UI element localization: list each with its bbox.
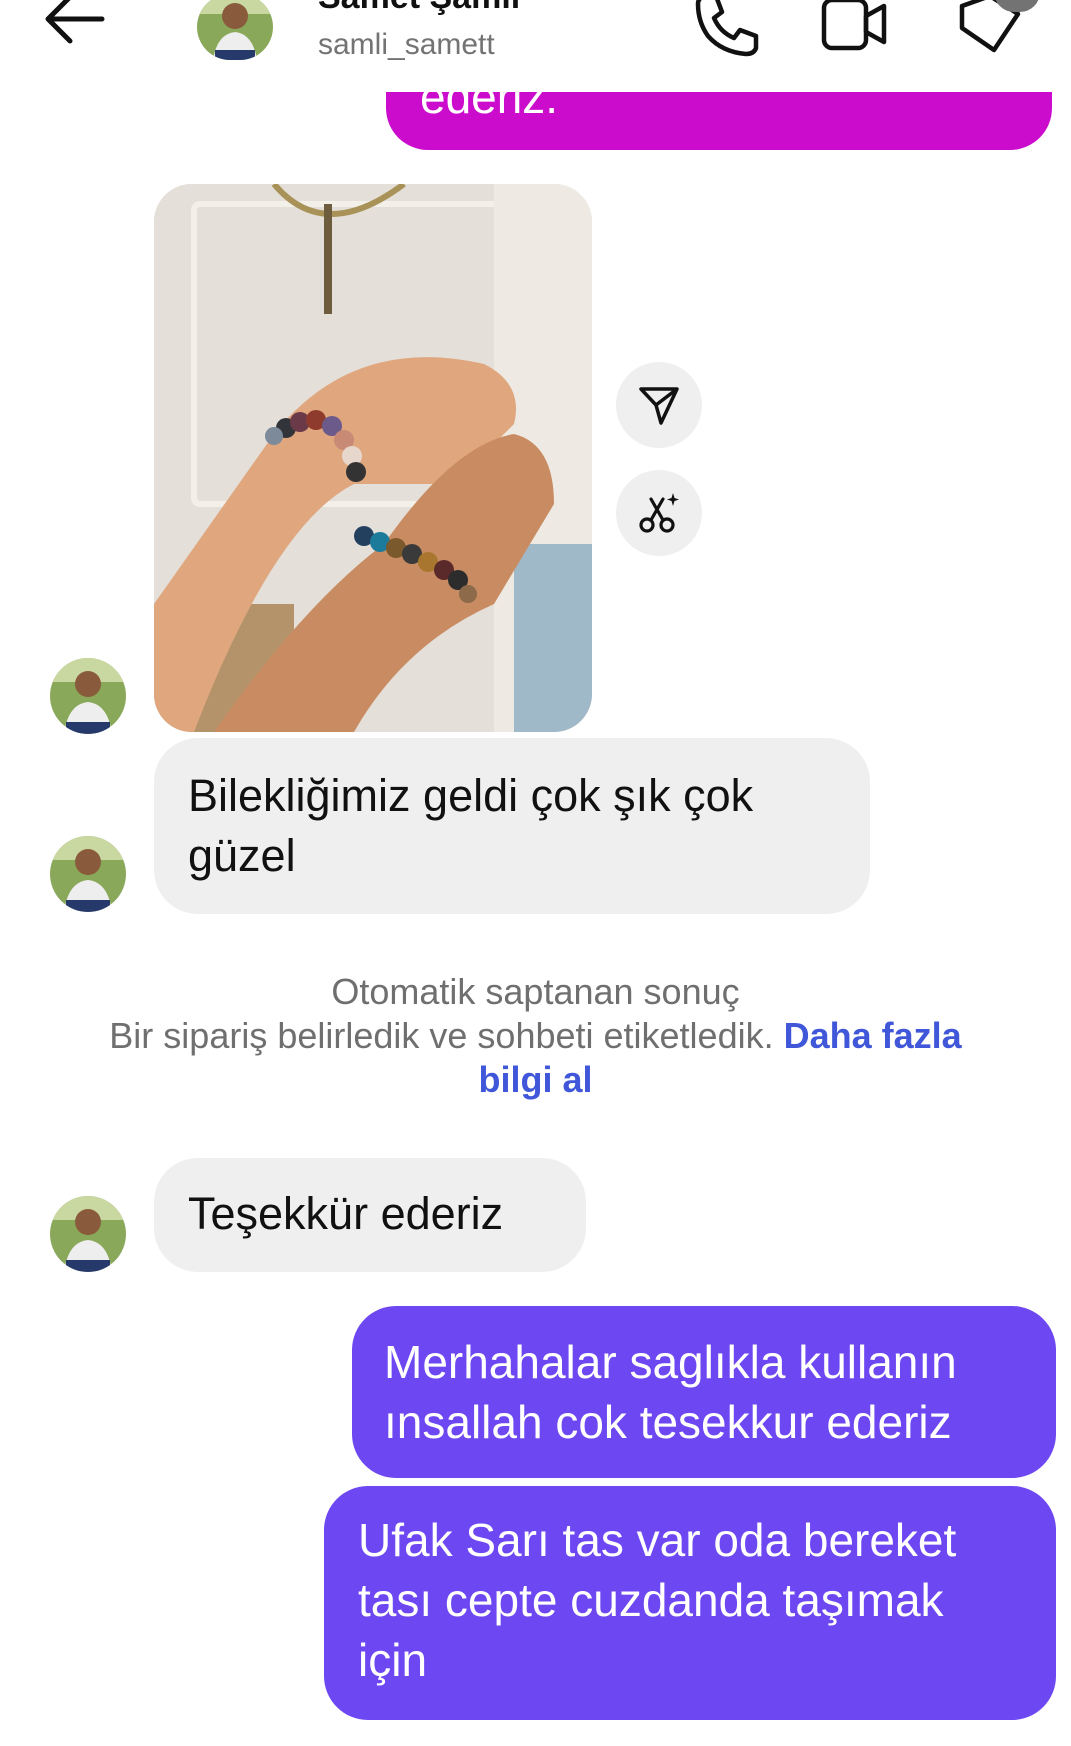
system-notice-text: Bir sipariş belirledik ve sohbeti etiket… — [109, 1015, 774, 1056]
sender-avatar[interactable] — [50, 658, 126, 734]
share-button[interactable] — [616, 362, 702, 448]
message-text-line2: ınsallah cok tesekkur ederiz — [384, 1396, 952, 1448]
header-avatar[interactable] — [197, 0, 273, 60]
video-icon — [821, 0, 887, 51]
scissors-sparkle-icon — [639, 493, 679, 533]
system-notice: Otomatik saptanan sonuç Bir sipariş beli… — [60, 970, 1011, 1102]
incoming-message[interactable]: Bilekliğimiz geldi çok şık çok güzel — [154, 738, 870, 914]
phone-icon — [695, 0, 759, 57]
message-text-line3: için — [358, 1634, 428, 1686]
message-text-line1: Ufak Sarı tas var oda bereket — [358, 1514, 957, 1566]
video-call-button[interactable] — [818, 0, 890, 58]
back-arrow-icon — [45, 0, 105, 44]
system-notice-title: Otomatik saptanan sonuç — [331, 971, 740, 1012]
sender-avatar[interactable] — [50, 1196, 126, 1272]
bracelet-photo — [154, 184, 592, 732]
sender-avatar[interactable] — [50, 836, 126, 912]
remix-button[interactable] — [616, 470, 702, 556]
contact-name[interactable]: Samet Şamlı — [318, 0, 520, 17]
chat-header: Samet Şamlı samli_samett 1 — [0, 0, 1071, 92]
back-button[interactable] — [40, 0, 110, 50]
incoming-photo[interactable] — [154, 184, 592, 732]
contact-username[interactable]: samli_samett — [318, 28, 495, 62]
message-text-line1: Merhahalar saglıkla kullanın — [384, 1336, 957, 1388]
system-notice-body: Bir sipariş belirledik ve sohbeti etiket… — [60, 1014, 1011, 1102]
incoming-message[interactable]: Teşekkür ederiz — [154, 1158, 586, 1272]
outgoing-message[interactable]: Ufak Sarı tas var oda bereket tası cepte… — [324, 1486, 1056, 1720]
send-icon — [639, 387, 679, 425]
call-button[interactable] — [690, 0, 762, 58]
outgoing-message[interactable]: Merhahalar saglıkla kullanın ınsallah co… — [352, 1306, 1056, 1478]
message-text-line1: Bilekliğimiz geldi çok şık çok — [188, 770, 754, 821]
message-text-line2: tası cepte cuzdanda taşımak — [358, 1574, 944, 1626]
message-text: Teşekkür ederiz — [188, 1188, 504, 1239]
message-text-line2: güzel — [188, 830, 296, 881]
